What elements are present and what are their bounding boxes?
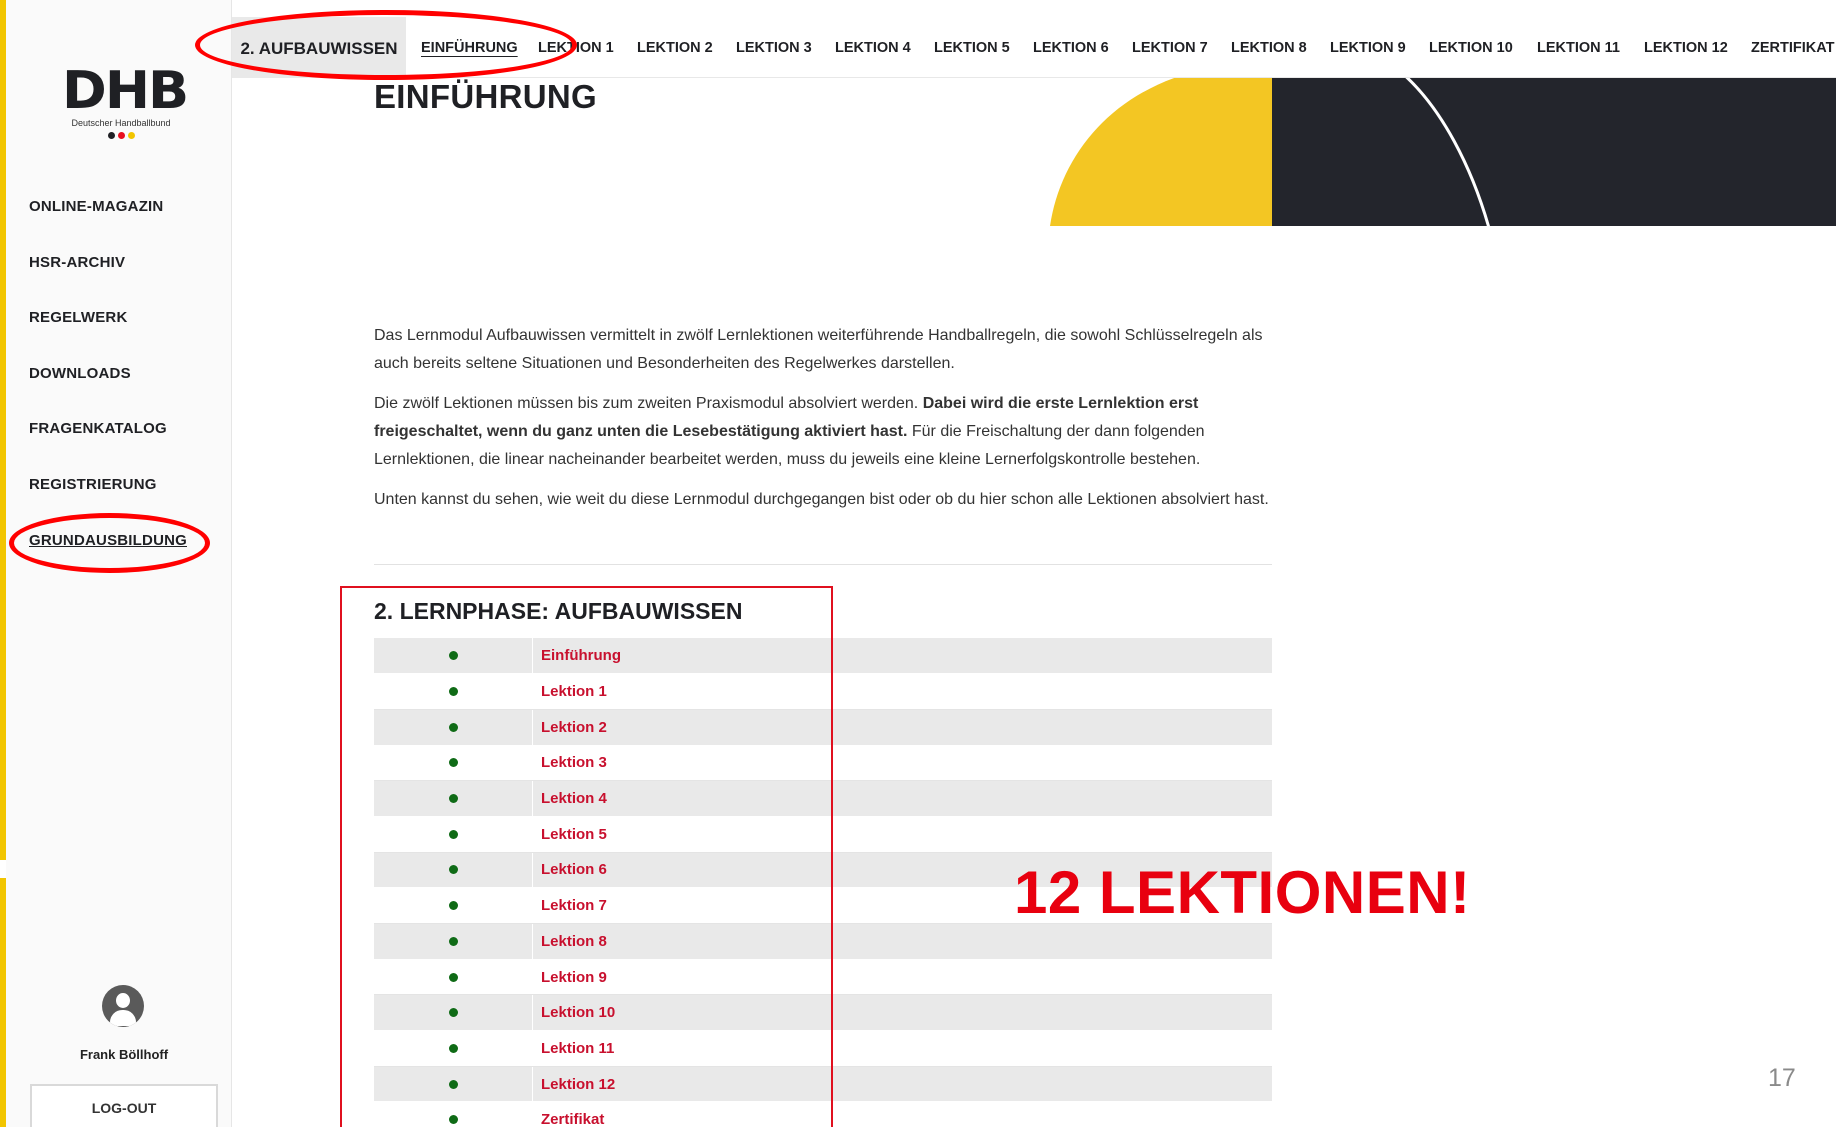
sidebar-item-regelwerk[interactable]: REGELWERK — [29, 309, 127, 326]
hero-yellow-shape — [1050, 78, 1272, 226]
tab-zertifikat[interactable]: ZERTIFIKAT — [1751, 40, 1835, 56]
logo-dot-gold — [127, 132, 135, 139]
logo-dot-red — [117, 132, 125, 139]
highlight-ellipse-sidebar — [9, 513, 210, 573]
tab-lektion-9[interactable]: LEKTION 9 — [1330, 40, 1406, 56]
highlight-box-table — [340, 586, 833, 1127]
logo-dot-black — [107, 132, 115, 139]
requirements-text-start: Die zwölf Lektionen müssen bis zum zweit… — [374, 395, 923, 412]
sidebar-item-online-magazin[interactable]: ONLINE-MAGAZIN — [29, 198, 163, 215]
page-title: EINFÜHRUNG — [374, 78, 597, 115]
tab-lektion-7[interactable]: LEKTION 7 — [1132, 40, 1208, 56]
content-divider — [374, 564, 1272, 565]
logo-dots — [62, 132, 180, 139]
annotation-text: 12 LEKTIONEN! — [1014, 859, 1471, 926]
logo-mark: DHB — [62, 60, 189, 121]
logout-button[interactable]: LOG-OUT — [30, 1084, 218, 1127]
dhb-logo[interactable]: DHB Deutscher Handballbund — [62, 60, 189, 150]
tab-lektion-2[interactable]: LEKTION 2 — [637, 40, 713, 56]
progress-paragraph: Unten kannst du sehen, wie weit du diese… — [374, 491, 1269, 508]
sidebar-item-downloads[interactable]: DOWNLOADS — [29, 365, 131, 382]
hero-dark-panel — [1272, 78, 1836, 226]
tab-lektion-5[interactable]: LEKTION 5 — [934, 40, 1010, 56]
intro-paragraph: Das Lernmodul Aufbauwissen vermittelt in… — [374, 327, 1263, 372]
requirements-paragraph: Die zwölf Lektionen müssen bis zum zweit… — [374, 390, 1274, 474]
sidebar-item-registrierung[interactable]: REGISTRIERUNG — [29, 476, 157, 493]
highlight-ellipse-nav — [195, 10, 577, 80]
slide-number: 17 — [1768, 1064, 1796, 1092]
user-name: Frank Böllhoff — [79, 1047, 169, 1062]
tab-lektion-8[interactable]: LEKTION 8 — [1231, 40, 1307, 56]
tab-lektion-4[interactable]: LEKTION 4 — [835, 40, 911, 56]
sidebar-item-hsr-archiv[interactable]: HSR-ARCHIV — [29, 254, 125, 271]
tab-lektion-10[interactable]: LEKTION 10 — [1429, 40, 1513, 56]
tab-lektion-3[interactable]: LEKTION 3 — [736, 40, 812, 56]
user-avatar-icon[interactable] — [102, 985, 144, 1027]
sidebar-item-fragenkatalog[interactable]: FRAGENKATALOG — [29, 420, 167, 437]
tab-lektion-6[interactable]: LEKTION 6 — [1033, 40, 1109, 56]
tab-lektion-11[interactable]: LEKTION 11 — [1537, 40, 1620, 56]
tab-lektion-12[interactable]: LEKTION 12 — [1644, 40, 1728, 56]
